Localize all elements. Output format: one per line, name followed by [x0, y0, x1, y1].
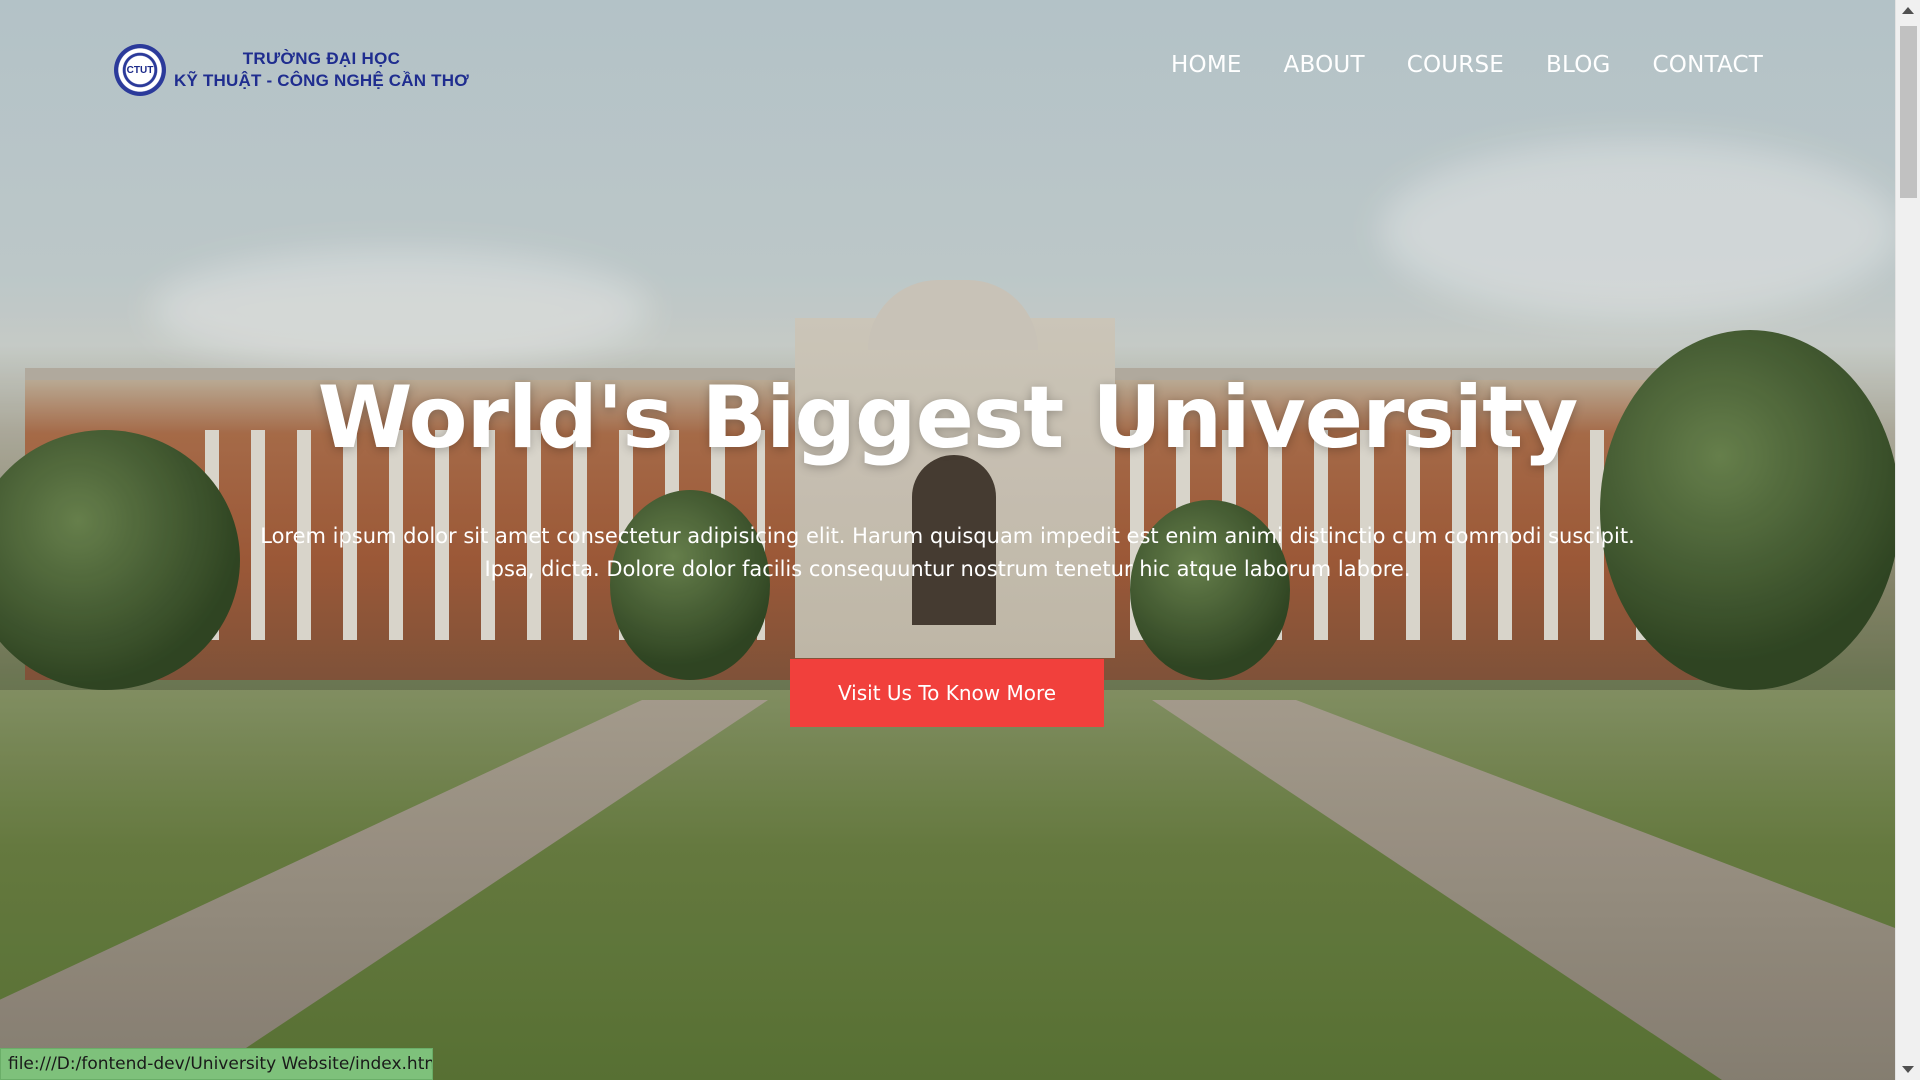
hero-subtitle-line-1: Lorem ipsum dolor sit amet consectetur a…	[260, 524, 1635, 548]
hero-subtitle: Lorem ipsum dolor sit amet consectetur a…	[210, 520, 1685, 586]
nav-course[interactable]: COURSE	[1407, 52, 1504, 78]
scroll-down-arrow-icon[interactable]	[1902, 1066, 1914, 1073]
logo-line-1: TRƯỜNG ĐẠI HỌC	[242, 49, 401, 68]
nav-about[interactable]: ABOUT	[1284, 52, 1365, 78]
site-logo[interactable]: CTUT TRƯỜNG ĐẠI HỌC KỸ THUẬT - CÔNG NGHỆ…	[114, 44, 469, 96]
hero-title: World's Biggest University	[317, 368, 1579, 468]
nav-blog[interactable]: BLOG	[1546, 52, 1611, 78]
status-bar-url: file:///D:/fontend-dev/University Websit…	[0, 1048, 433, 1080]
university-seal-icon: CTUT	[114, 44, 166, 96]
scroll-up-arrow-icon[interactable]	[1902, 7, 1914, 14]
logo-text: TRƯỜNG ĐẠI HỌC KỸ THUẬT - CÔNG NGHỆ CẦN …	[174, 48, 469, 92]
nav-contact[interactable]: CONTACT	[1653, 52, 1763, 78]
vertical-scrollbar[interactable]	[1895, 0, 1920, 1080]
scroll-thumb[interactable]	[1900, 26, 1917, 198]
seal-text: CTUT	[126, 64, 154, 76]
nav-home[interactable]: HOME	[1171, 52, 1242, 78]
main-nav: HOME ABOUT COURSE BLOG CONTACT	[1171, 52, 1763, 78]
hero-subtitle-line-2: Ipsa, dicta. Dolore dolor facilis conseq…	[484, 557, 1411, 581]
visit-us-button[interactable]: Visit Us To Know More	[790, 659, 1104, 727]
logo-line-2: KỸ THUẬT - CÔNG NGHỆ CẦN THƠ	[174, 71, 469, 90]
